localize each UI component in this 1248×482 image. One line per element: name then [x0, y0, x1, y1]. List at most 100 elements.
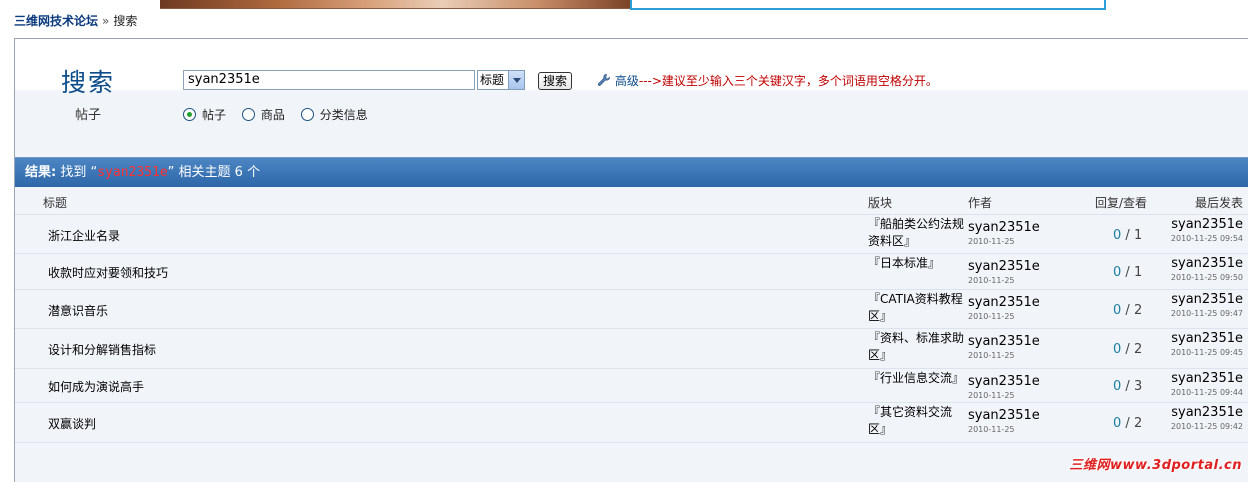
- author-cell: syan2351e 2010-11-25: [968, 259, 1040, 287]
- post-date: 2010-11-25: [968, 391, 1015, 400]
- radio-classified-label[interactable]: 分类信息: [320, 108, 368, 122]
- table-row[interactable]: 收款时应对要领和技巧 『日本标准』 syan2351e 2010-11-25 0 / 1…: [15, 254, 1248, 290]
- last-post-cell: syan2351e 2010-11-25 09:42: [1171, 405, 1243, 433]
- col-forum: 版块: [868, 196, 893, 210]
- thread-title-link[interactable]: 如何成为演说高手: [48, 378, 144, 395]
- last-post-time: 2010-11-25 09:47: [1170, 309, 1243, 318]
- banner-image: [160, 0, 630, 9]
- last-author-link[interactable]: syan2351e: [1171, 292, 1243, 308]
- post-date: 2010-11-25: [968, 425, 1015, 434]
- last-post-time: 2010-11-25 09:50: [1170, 273, 1243, 282]
- results-table: 标题 版块 作者 回复/查看 最后发表 浙江企业名录 『船舶类公约法规资料区』 sy…: [15, 187, 1248, 443]
- last-author-link[interactable]: syan2351e: [1171, 371, 1243, 387]
- author-link[interactable]: syan2351e: [968, 374, 1040, 390]
- breadcrumb-home-link[interactable]: 三维网技术论坛: [14, 14, 98, 28]
- view-count: 2: [1133, 303, 1143, 318]
- reply-count: 0: [1113, 342, 1122, 357]
- view-count: 2: [1133, 342, 1143, 357]
- forum-link[interactable]: 『其它资料交流区』: [868, 404, 966, 438]
- search-area: 搜索 帖子 syan2351e 标题 搜索 高级--->建议至少输入三个关键汉字…: [15, 39, 1248, 156]
- last-post-time: 2010-11-25 09:44: [1170, 388, 1243, 397]
- stats-separator: /: [1125, 265, 1130, 280]
- author-cell: syan2351e 2010-11-25: [968, 374, 1040, 402]
- thread-title-link[interactable]: 浙江企业名录: [48, 227, 120, 244]
- advanced-search-link[interactable]: 高级: [615, 74, 639, 88]
- results-suffix: ” 相关主题 6 个: [167, 165, 261, 180]
- post-date: 2010-11-25: [968, 312, 1015, 321]
- table-row[interactable]: 浙江企业名录 『船舶类公约法规资料区』 syan2351e 2010-11-25 0 /…: [15, 215, 1248, 254]
- author-link[interactable]: syan2351e: [968, 295, 1040, 311]
- post-date: 2010-11-25: [968, 276, 1015, 285]
- top-banner: [0, 0, 1248, 11]
- last-post-cell: syan2351e 2010-11-25 09:50: [1171, 256, 1243, 284]
- reply-count: 0: [1113, 379, 1122, 394]
- results-prefix: 找到 “: [60, 165, 98, 180]
- thread-title-link[interactable]: 双赢谈判: [48, 415, 96, 432]
- thread-title-link[interactable]: 设计和分解销售指标: [48, 341, 156, 358]
- table-row[interactable]: 双赢谈判 『其它资料交流区』 syan2351e 2010-11-25 0 / 2 sya…: [15, 403, 1248, 443]
- search-button[interactable]: 搜索: [538, 72, 573, 90]
- results-label: 结果:: [25, 165, 57, 180]
- search-input[interactable]: syan2351e: [183, 70, 475, 90]
- reply-view-count: 0 / 3: [1113, 379, 1142, 394]
- last-author-link[interactable]: syan2351e: [1171, 331, 1243, 347]
- reply-view-count: 0 / 1: [1113, 265, 1142, 280]
- last-post-time: 2010-11-25 09:42: [1170, 422, 1243, 431]
- author-cell: syan2351e 2010-11-25: [968, 408, 1040, 436]
- forum-link[interactable]: 『船舶类公约法规资料区』: [868, 216, 966, 250]
- radio-posts[interactable]: [183, 108, 196, 121]
- last-post-time: 2010-11-25 09:54: [1170, 234, 1243, 243]
- col-stats: 回复/查看: [1095, 196, 1148, 210]
- reply-count: 0: [1113, 303, 1122, 318]
- search-field-value: 标题: [480, 73, 505, 87]
- chevron-down-icon[interactable]: [508, 71, 524, 89]
- author-link[interactable]: syan2351e: [968, 259, 1040, 275]
- stats-separator: /: [1125, 228, 1130, 243]
- radio-goods[interactable]: [241, 108, 255, 121]
- author-cell: syan2351e 2010-11-25: [968, 295, 1040, 323]
- wrench-icon: [597, 73, 611, 86]
- author-link[interactable]: syan2351e: [968, 334, 1040, 350]
- forum-link[interactable]: 『CATIA资料教程区』: [868, 291, 966, 325]
- results-query: syan2351e: [97, 165, 168, 180]
- stats-separator: /: [1125, 303, 1130, 318]
- last-post-time: 2010-11-25 09:45: [1170, 348, 1243, 357]
- col-last: 最后发表: [1194, 196, 1243, 210]
- forum-link[interactable]: 『日本标准』: [868, 255, 966, 272]
- view-count: 1: [1133, 228, 1143, 243]
- results-header: 结果: 找到 “syan2351e” 相关主题 6 个: [15, 157, 1248, 187]
- post-date: 2010-11-25: [968, 237, 1015, 246]
- table-row[interactable]: 设计和分解销售指标 『资料、标准求助区』 syan2351e 2010-11-25 0 …: [15, 329, 1248, 369]
- table-row[interactable]: 如何成为演说高手 『行业信息交流』 syan2351e 2010-11-25 0 / 3…: [15, 369, 1248, 403]
- last-post-cell: syan2351e 2010-11-25 09:45: [1171, 331, 1243, 359]
- forum-link[interactable]: 『行业信息交流』: [868, 370, 966, 387]
- radio-posts-label[interactable]: 帖子: [202, 108, 226, 122]
- author-cell: syan2351e 2010-11-25: [968, 220, 1040, 248]
- breadcrumb-separator: »: [102, 14, 110, 28]
- stats-separator: /: [1125, 416, 1130, 431]
- author-cell: syan2351e 2010-11-25: [968, 334, 1040, 362]
- search-type-subtitle: 帖子: [75, 108, 102, 123]
- reply-view-count: 0 / 2: [1113, 303, 1142, 318]
- last-author-link[interactable]: syan2351e: [1171, 217, 1243, 233]
- last-author-link[interactable]: syan2351e: [1171, 256, 1243, 272]
- thread-title-link[interactable]: 收款时应对要领和技巧: [48, 264, 168, 281]
- breadcrumb: 三维网技术论坛 » 搜索: [14, 12, 137, 29]
- radio-classified[interactable]: [300, 108, 314, 121]
- thread-title-link[interactable]: 潜意识音乐: [48, 302, 108, 319]
- search-field-select[interactable]: 标题: [477, 70, 525, 90]
- view-count: 2: [1133, 416, 1143, 431]
- page-title: 搜索: [61, 68, 116, 97]
- author-link[interactable]: syan2351e: [968, 220, 1040, 236]
- forum-link[interactable]: 『资料、标准求助区』: [868, 330, 966, 364]
- author-link[interactable]: syan2351e: [968, 408, 1040, 424]
- post-date: 2010-11-25: [968, 351, 1015, 360]
- stats-separator: /: [1125, 342, 1130, 357]
- search-panel: 搜索 帖子 syan2351e 标题 搜索 高级--->建议至少输入三个关键汉字…: [14, 38, 1248, 482]
- view-count: 3: [1133, 379, 1143, 394]
- table-row[interactable]: 潜意识音乐 『CATIA资料教程区』 syan2351e 2010-11-25 0 / …: [15, 290, 1248, 329]
- search-type-options: 帖子 商品 分类信息: [183, 106, 380, 123]
- last-author-link[interactable]: syan2351e: [1171, 405, 1243, 421]
- col-title: 标题: [43, 196, 68, 210]
- radio-goods-label[interactable]: 商品: [261, 108, 285, 122]
